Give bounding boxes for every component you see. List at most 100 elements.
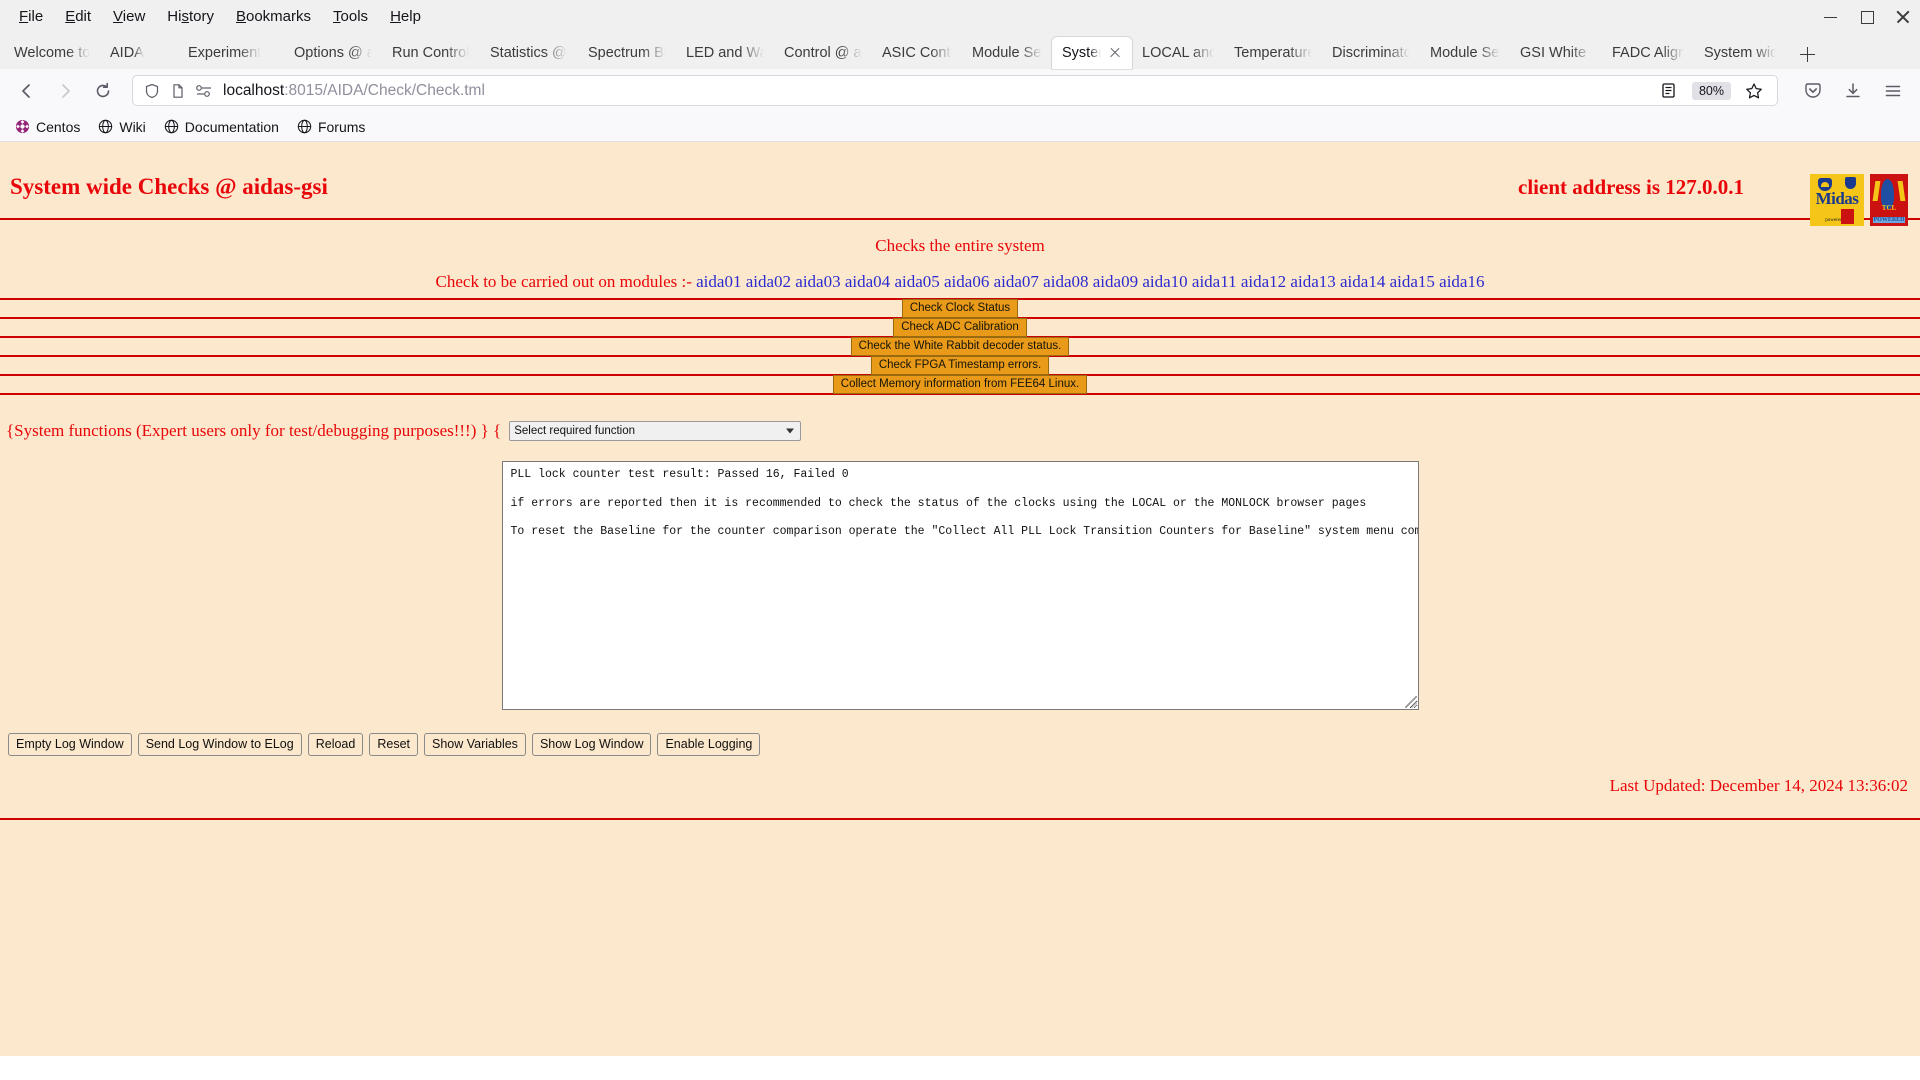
tab-7[interactable]: LED and Wa xyxy=(676,37,774,69)
tab-system-wide-checks[interactable]: System w xyxy=(1052,37,1132,69)
globe-icon xyxy=(164,119,179,134)
menu-file[interactable]: File xyxy=(8,6,54,27)
address-bar[interactable]: localhost:8015/AIDA/Check/Check.tml 80% xyxy=(132,75,1778,106)
window-controls xyxy=(1824,0,1910,33)
downloads-icon[interactable] xyxy=(1836,74,1870,108)
url-text[interactable]: localhost:8015/AIDA/Check/Check.tml xyxy=(223,82,485,100)
check-adc-calibration-button[interactable]: Check ADC Calibration xyxy=(893,318,1027,336)
module-link-aida05[interactable]: aida05 xyxy=(894,272,939,291)
module-link-aida11[interactable]: aida11 xyxy=(1192,272,1237,291)
module-link-aida16[interactable]: aida16 xyxy=(1439,272,1484,291)
tab-9[interactable]: ASIC Contro xyxy=(872,37,962,69)
reload-button[interactable]: Reload xyxy=(308,733,364,756)
module-link-aida10[interactable]: aida10 xyxy=(1142,272,1187,291)
check-fpga-timestamp-errors-button[interactable]: Check FPGA Timestamp errors. xyxy=(871,356,1049,374)
tab-0[interactable]: Welcome to xyxy=(4,37,100,69)
logo-group: Midas powered by TCL POWERED xyxy=(1810,174,1908,226)
menu-edit[interactable]: Edit xyxy=(54,6,102,27)
module-link-aida12[interactable]: aida12 xyxy=(1241,272,1286,291)
bookmark-wiki[interactable]: Wiki xyxy=(91,116,152,138)
modules-line: Check to be carried out on modules :- ai… xyxy=(0,272,1920,292)
module-link-aida14[interactable]: aida14 xyxy=(1340,272,1385,291)
midas-logo: Midas powered by xyxy=(1810,174,1864,226)
module-link-aida15[interactable]: aida15 xyxy=(1390,272,1435,291)
enable-logging-button[interactable]: Enable Logging xyxy=(657,733,760,756)
module-link-aida06[interactable]: aida06 xyxy=(944,272,989,291)
tab-10[interactable]: Module Sett xyxy=(962,37,1052,69)
menu-help[interactable]: Help xyxy=(379,6,432,27)
module-link-aida01[interactable]: aida01 xyxy=(696,272,741,291)
collect-memory-info-button[interactable]: Collect Memory information from FEE64 Li… xyxy=(833,375,1087,393)
module-link-aida13[interactable]: aida13 xyxy=(1290,272,1335,291)
reload-icon[interactable] xyxy=(86,74,120,108)
tab-18[interactable]: System wide xyxy=(1694,37,1786,69)
tab-15[interactable]: Module Sett xyxy=(1420,37,1510,69)
show-variables-button[interactable]: Show Variables xyxy=(424,733,526,756)
module-link-aida03[interactable]: aida03 xyxy=(795,272,840,291)
pocket-icon[interactable] xyxy=(1796,74,1830,108)
close-icon[interactable] xyxy=(1896,10,1910,24)
module-link-aida02[interactable]: aida02 xyxy=(746,272,791,291)
empty-log-window-button[interactable]: Empty Log Window xyxy=(8,733,132,756)
system-function-select[interactable]: Select required function xyxy=(509,421,801,441)
page-info-icon[interactable] xyxy=(165,83,191,99)
menu-tools[interactable]: Tools xyxy=(322,6,379,27)
tab-2[interactable]: Experiment xyxy=(178,37,284,69)
tcl-bar-right xyxy=(1898,181,1906,201)
tab-16[interactable]: GSI White R xyxy=(1510,37,1602,69)
check-row: Check ADC Calibration xyxy=(0,317,1920,338)
centos-icon xyxy=(15,119,30,134)
maximize-icon[interactable] xyxy=(1860,10,1874,24)
module-link-aida08[interactable]: aida08 xyxy=(1043,272,1088,291)
zoom-level-badge[interactable]: 80% xyxy=(1692,82,1731,100)
module-link-aida04[interactable]: aida04 xyxy=(845,272,890,291)
module-link-aida09[interactable]: aida09 xyxy=(1093,272,1138,291)
tab-1[interactable]: AIDA xyxy=(100,37,178,69)
send-log-window-to-elog-button[interactable]: Send Log Window to ELog xyxy=(138,733,302,756)
chevron-down-icon xyxy=(786,429,794,434)
midas-shield-right-icon xyxy=(1845,177,1856,189)
check-row: Collect Memory information from FEE64 Li… xyxy=(0,374,1920,395)
reader-mode-icon[interactable] xyxy=(1652,74,1686,108)
globe-icon xyxy=(98,119,113,134)
bookmark-documentation[interactable]: Documentation xyxy=(157,116,286,138)
tab-12[interactable]: LOCAL and xyxy=(1132,37,1224,69)
bookmarks-toolbar: Centos Wiki Documentation For xyxy=(0,112,1920,142)
reader-tracking-icon[interactable] xyxy=(191,84,217,98)
menu-view[interactable]: View xyxy=(102,6,156,27)
check-white-rabbit-decoder-button[interactable]: Check the White Rabbit decoder status. xyxy=(851,337,1070,355)
module-link-aida07[interactable]: aida07 xyxy=(994,272,1039,291)
address-bar-tools: 80% xyxy=(1652,74,1771,108)
minimize-icon[interactable] xyxy=(1824,10,1838,24)
tab-3[interactable]: Options @ a xyxy=(284,37,382,69)
tab-13[interactable]: Temperature xyxy=(1224,37,1322,69)
header-divider xyxy=(0,218,1920,220)
tab-5[interactable]: Statistics @ xyxy=(480,37,578,69)
tab-8[interactable]: Control @ a xyxy=(774,37,872,69)
tab-6[interactable]: Spectrum Br xyxy=(578,37,676,69)
tab-close-icon[interactable] xyxy=(1108,46,1122,60)
reset-button[interactable]: Reset xyxy=(369,733,418,756)
tab-4[interactable]: Run Control xyxy=(382,37,480,69)
app-menu-icon[interactable] xyxy=(1876,74,1910,108)
menu-bookmarks[interactable]: Bookmarks xyxy=(225,6,322,27)
log-window[interactable]: PLL lock counter test result: Passed 16,… xyxy=(502,461,1419,710)
forward-icon[interactable] xyxy=(48,74,82,108)
menu-history[interactable]: History xyxy=(156,6,225,27)
tab-17[interactable]: FADC Align xyxy=(1602,37,1694,69)
bookmark-forums[interactable]: Forums xyxy=(290,116,372,138)
last-updated: Last Updated: December 14, 2024 13:36:02 xyxy=(0,776,1920,796)
midas-tcl-mark xyxy=(1841,209,1854,224)
log-window-wrapper: PLL lock counter test result: Passed 16,… xyxy=(0,461,1920,710)
show-log-window-button[interactable]: Show Log Window xyxy=(532,733,652,756)
new-tab-button[interactable] xyxy=(1792,39,1822,69)
bookmark-star-icon[interactable] xyxy=(1737,74,1771,108)
log-line: PLL lock counter test result: Passed 16,… xyxy=(511,469,1410,481)
back-icon[interactable] xyxy=(10,74,44,108)
tab-14[interactable]: Discriminato xyxy=(1322,37,1420,69)
shield-icon[interactable] xyxy=(139,83,165,99)
bookmark-label: Forums xyxy=(318,119,365,135)
footer-divider xyxy=(0,818,1920,820)
bookmark-centos[interactable]: Centos xyxy=(8,116,87,138)
check-clock-status-button[interactable]: Check Clock Status xyxy=(902,299,1018,317)
